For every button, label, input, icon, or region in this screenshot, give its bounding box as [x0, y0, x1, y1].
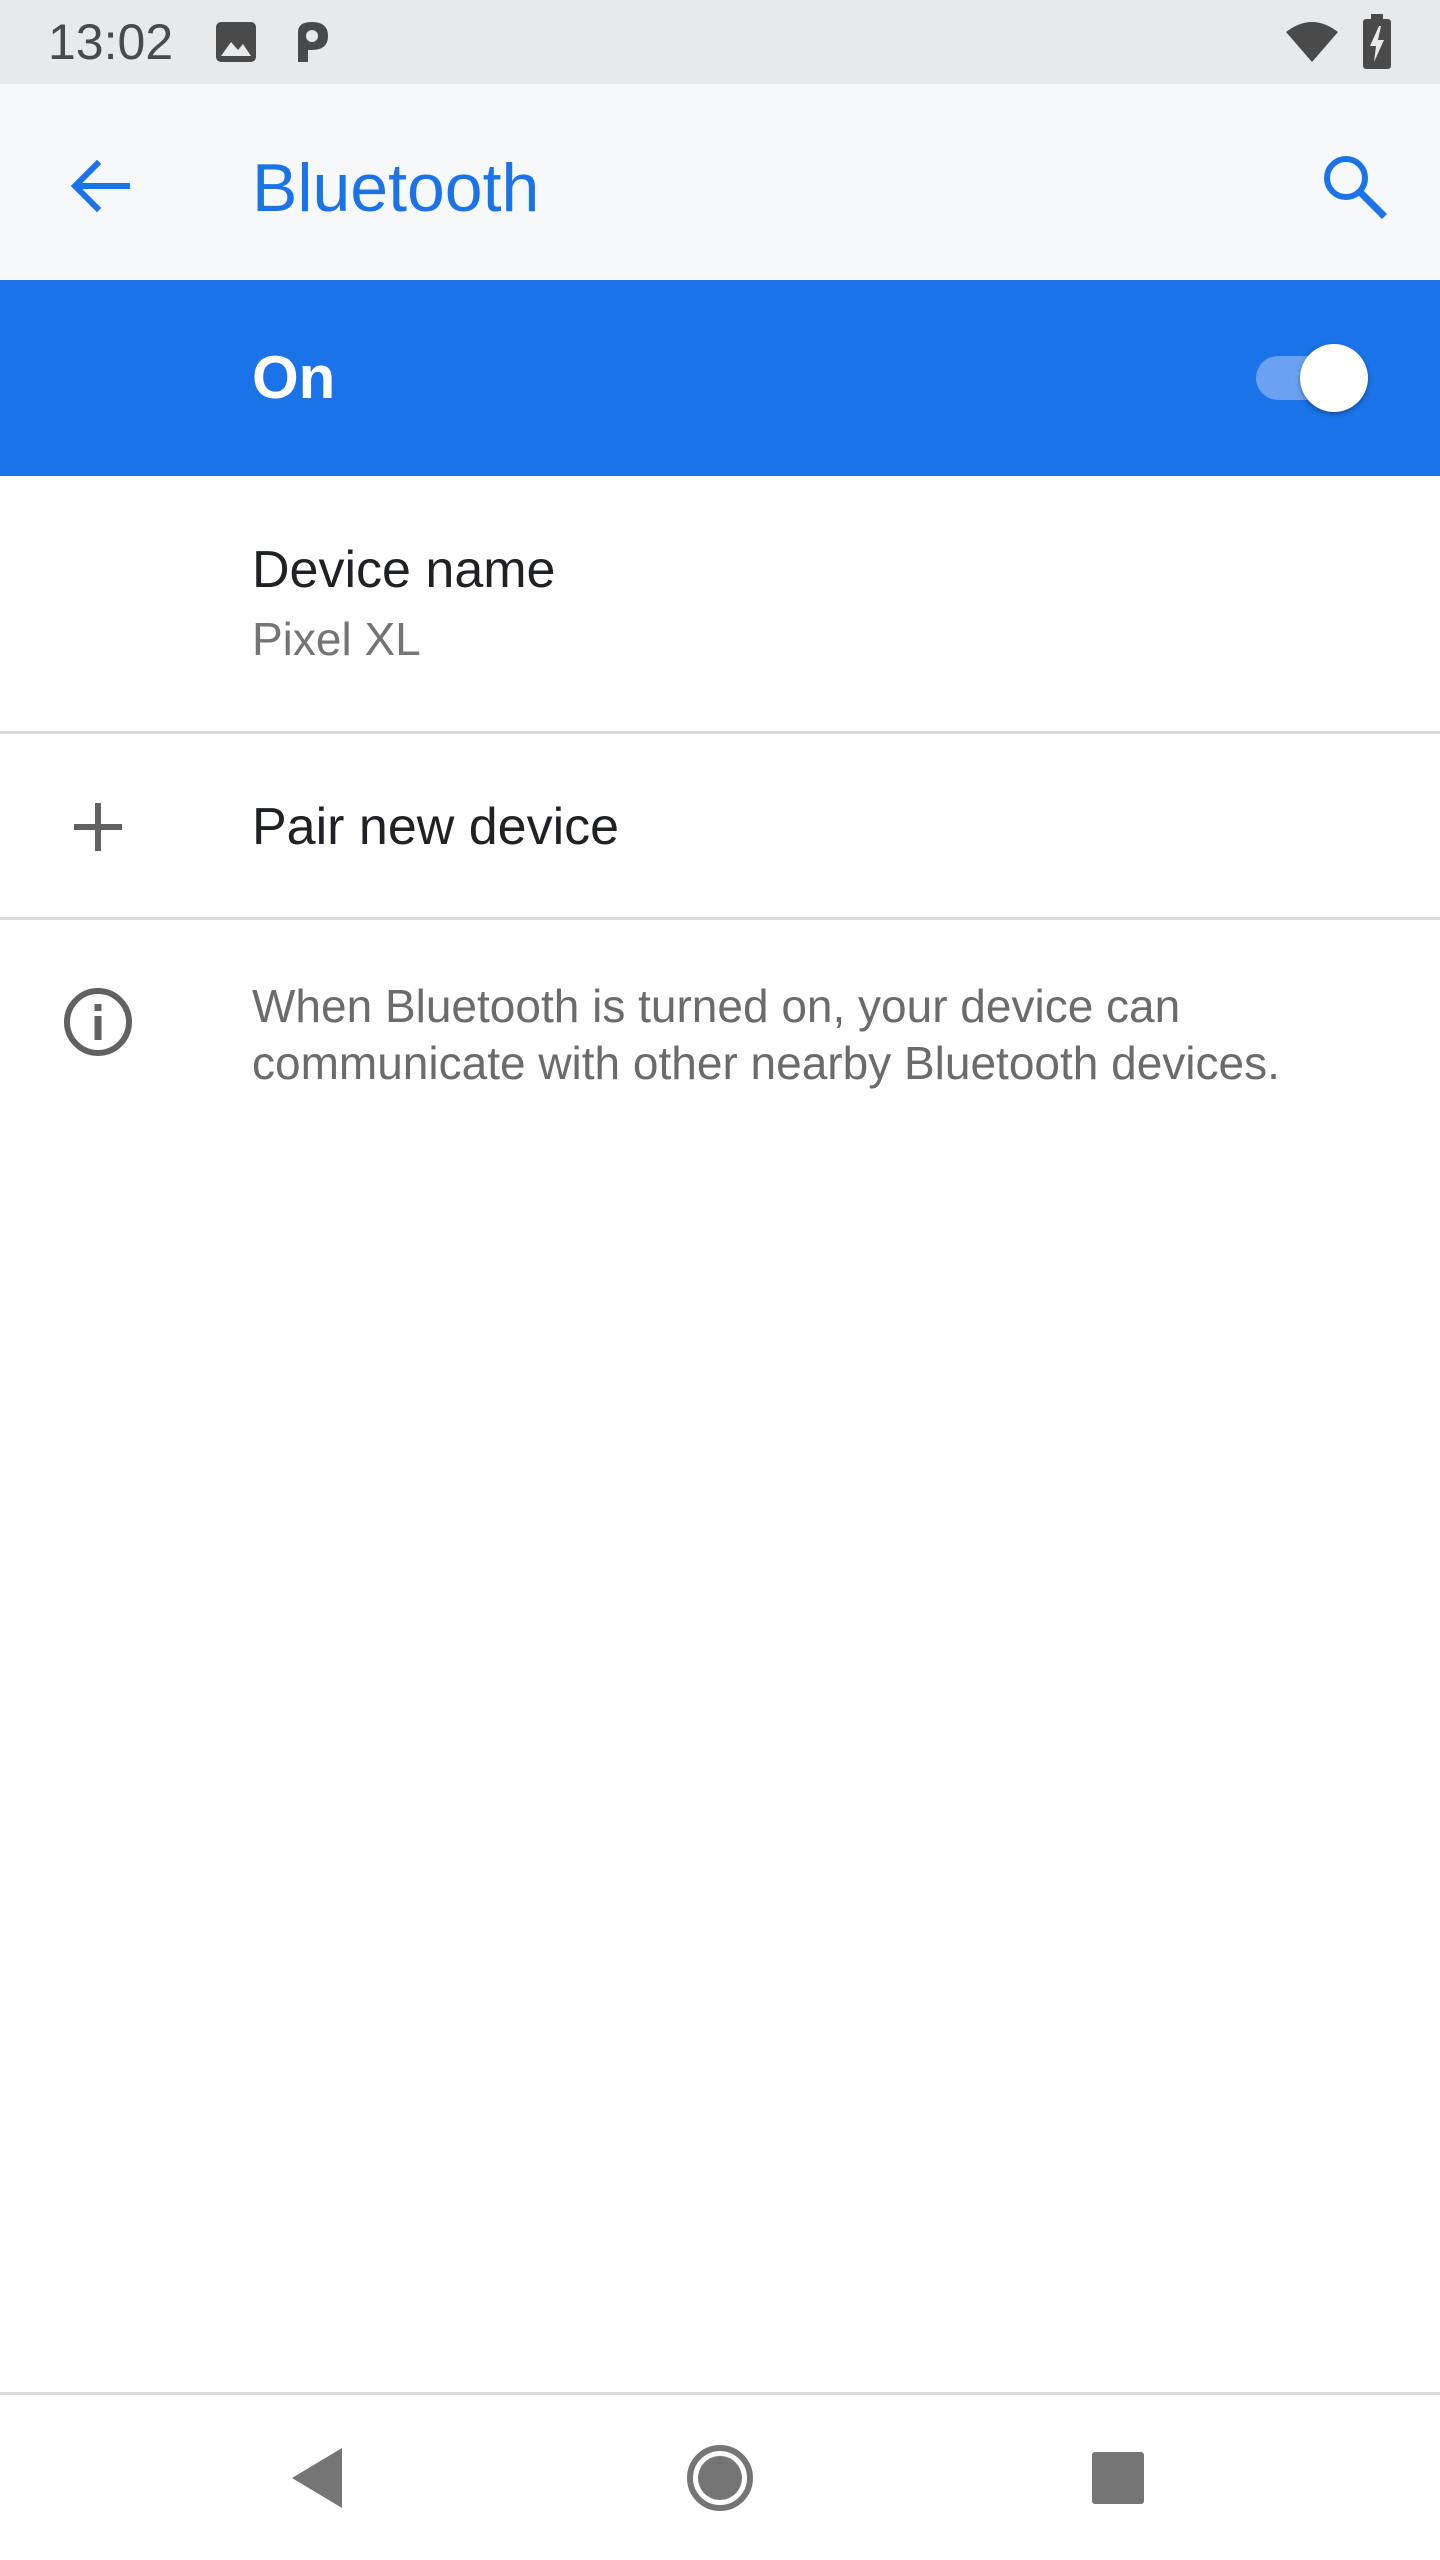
toggle-thumb [1300, 344, 1368, 412]
pair-new-device-title: Pair new device [252, 798, 620, 856]
app-bar: Bluetooth [0, 84, 1440, 280]
nav-home-button[interactable] [665, 2425, 775, 2535]
parking-icon [292, 18, 334, 66]
search-button[interactable] [1306, 140, 1402, 236]
info-icon [50, 974, 146, 1070]
divider [0, 917, 1440, 920]
nav-home-icon [685, 2443, 755, 2518]
nav-recents-button[interactable] [1063, 2425, 1173, 2535]
page-title: Bluetooth [252, 150, 540, 226]
bluetooth-master-switch[interactable]: On [0, 280, 1440, 476]
pair-new-device-preference[interactable]: Pair new device [0, 735, 1440, 919]
plus-icon [50, 779, 146, 875]
status-bar: 13:02 [0, 0, 1440, 84]
device-name-preference[interactable]: Device name Pixel XL [0, 476, 1440, 732]
back-button[interactable] [52, 140, 148, 236]
nav-back-icon [288, 2446, 348, 2515]
wifi-icon [1284, 20, 1340, 64]
battery-charging-icon [1362, 14, 1392, 70]
navigation-bar [0, 2392, 1440, 2560]
nav-recents-icon [1090, 2450, 1146, 2511]
nav-back-button[interactable] [263, 2425, 373, 2535]
divider [0, 731, 1440, 734]
switch-label: On [252, 344, 336, 411]
footer-text: When Bluetooth is turned on, your device… [252, 980, 1280, 1089]
status-time: 13:02 [48, 14, 174, 70]
footer-info: When Bluetooth is turned on, your device… [0, 922, 1440, 1162]
device-name-title: Device name [252, 541, 556, 599]
image-icon [214, 20, 258, 64]
search-icon [1318, 150, 1390, 227]
arrow-back-icon [65, 151, 135, 226]
bluetooth-toggle[interactable] [1250, 342, 1374, 414]
device-name-summary: Pixel XL [252, 613, 421, 665]
